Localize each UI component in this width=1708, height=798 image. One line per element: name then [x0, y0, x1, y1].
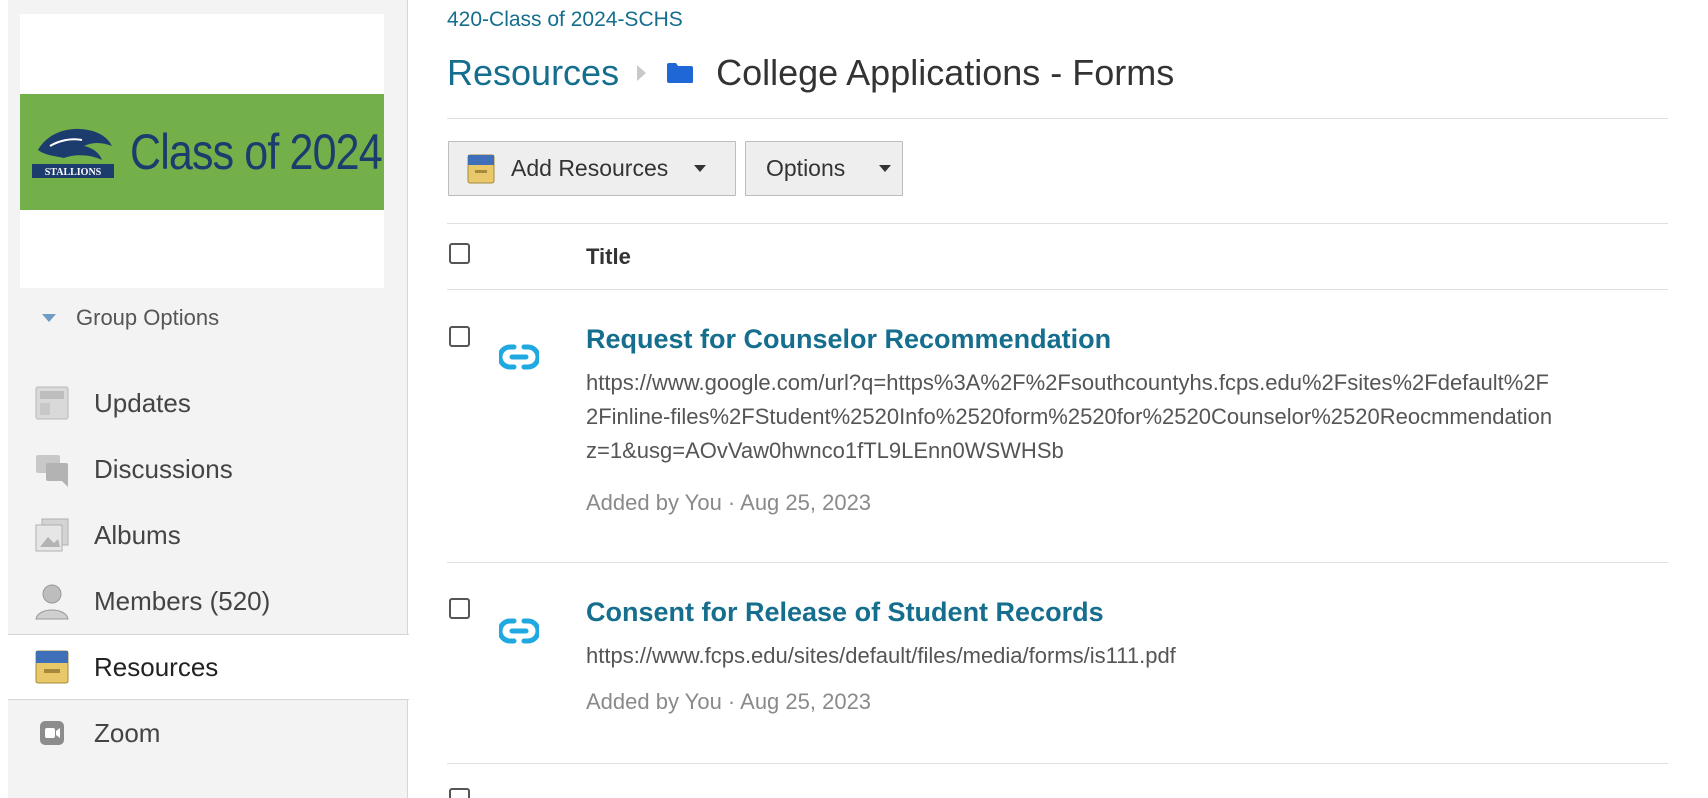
chevron-down-icon [879, 165, 892, 172]
sidebar-item-label: Albums [94, 519, 181, 550]
breadcrumb-resources-link[interactable]: Resources [447, 52, 619, 94]
stallions-logo: STALLIONS [32, 128, 114, 178]
row-divider [447, 562, 1668, 563]
albums-icon [32, 515, 72, 555]
resource-title-link[interactable]: Request for Counselor Recommendation [586, 324, 1111, 355]
sidebar-item-members[interactable]: Members (520) [8, 568, 408, 634]
resource-checkbox[interactable] [449, 326, 470, 347]
chevron-down-icon [694, 165, 707, 172]
group-options-label: Group Options [76, 305, 220, 330]
options-label: Options [766, 155, 846, 181]
resource-url: z=1&usg=AOvVaw0hwnco1fTL9LEnn0WSWHSb [586, 438, 1064, 463]
resource-url: https://www.google.com/url?q=https%3A%2F… [586, 370, 1549, 395]
main-content: 420-Class of 2024-SCHS Resources College… [447, 0, 1708, 798]
resources-icon [467, 154, 495, 184]
toolbar-divider [447, 223, 1668, 224]
table-header-divider [447, 289, 1668, 290]
resource-title-link[interactable]: Consent for Release of Student Records [586, 597, 1104, 628]
row-divider [447, 763, 1668, 764]
sidebar-item-discussions[interactable]: Discussions [8, 436, 408, 502]
breadcrumb: Resources College Applications - Forms [447, 52, 1174, 94]
group-profile-card: STALLIONS Class of 2024 [20, 14, 384, 288]
chevron-down-icon [42, 314, 56, 322]
discussions-icon [32, 449, 72, 489]
resource-url: https://www.fcps.edu/sites/default/files… [586, 643, 1176, 668]
group-banner: STALLIONS Class of 2024 [20, 94, 384, 210]
sidebar-item-label: Updates [94, 387, 191, 418]
add-resources-button[interactable]: Add Resources [448, 141, 736, 196]
banner-title: Class of 2024 [130, 124, 383, 180]
sidebar-item-albums[interactable]: Albums [8, 502, 408, 568]
svg-text:STALLIONS: STALLIONS [45, 167, 102, 178]
sidebar-item-updates[interactable]: Updates [8, 370, 408, 436]
course-name-link[interactable]: 420-Class of 2024-SCHS [447, 8, 683, 32]
sidebar-item-resources[interactable]: Resources [8, 634, 409, 700]
select-all-checkbox[interactable] [449, 243, 470, 264]
resource-checkbox[interactable] [449, 788, 470, 798]
sidebar-item-zoom[interactable]: Zoom [8, 700, 408, 766]
sidebar: STALLIONS Class of 2024 Group Options Up… [8, 0, 409, 798]
resources-icon [32, 647, 72, 687]
resource-meta: Added by You · Aug 25, 2023 [586, 490, 872, 515]
resource-meta: Added by You · Aug 25, 2023 [586, 689, 872, 714]
updates-icon [32, 383, 72, 423]
link-icon [499, 344, 539, 370]
link-icon [499, 618, 539, 644]
sidebar-item-label: Resources [94, 651, 219, 682]
sidebar-item-label: Members (520) [94, 585, 271, 616]
zoom-icon [32, 713, 72, 753]
add-resources-label: Add Resources [511, 155, 669, 181]
resource-checkbox[interactable] [449, 598, 470, 619]
title-column-header[interactable]: Title [586, 244, 631, 270]
breadcrumb-separator-icon [637, 65, 647, 81]
page-title: College Applications - Forms [716, 52, 1175, 93]
members-icon [32, 581, 72, 621]
resource-url: 2Finline-files%2FStudent%2520Info%2520fo… [586, 404, 1553, 429]
sidebar-item-label: Zoom [94, 717, 161, 748]
options-button[interactable]: Options [745, 141, 903, 196]
header-divider [447, 118, 1668, 119]
group-options-toggle[interactable]: Group Options [42, 305, 219, 331]
folder-icon [666, 62, 694, 84]
sidebar-item-label: Discussions [94, 453, 233, 484]
